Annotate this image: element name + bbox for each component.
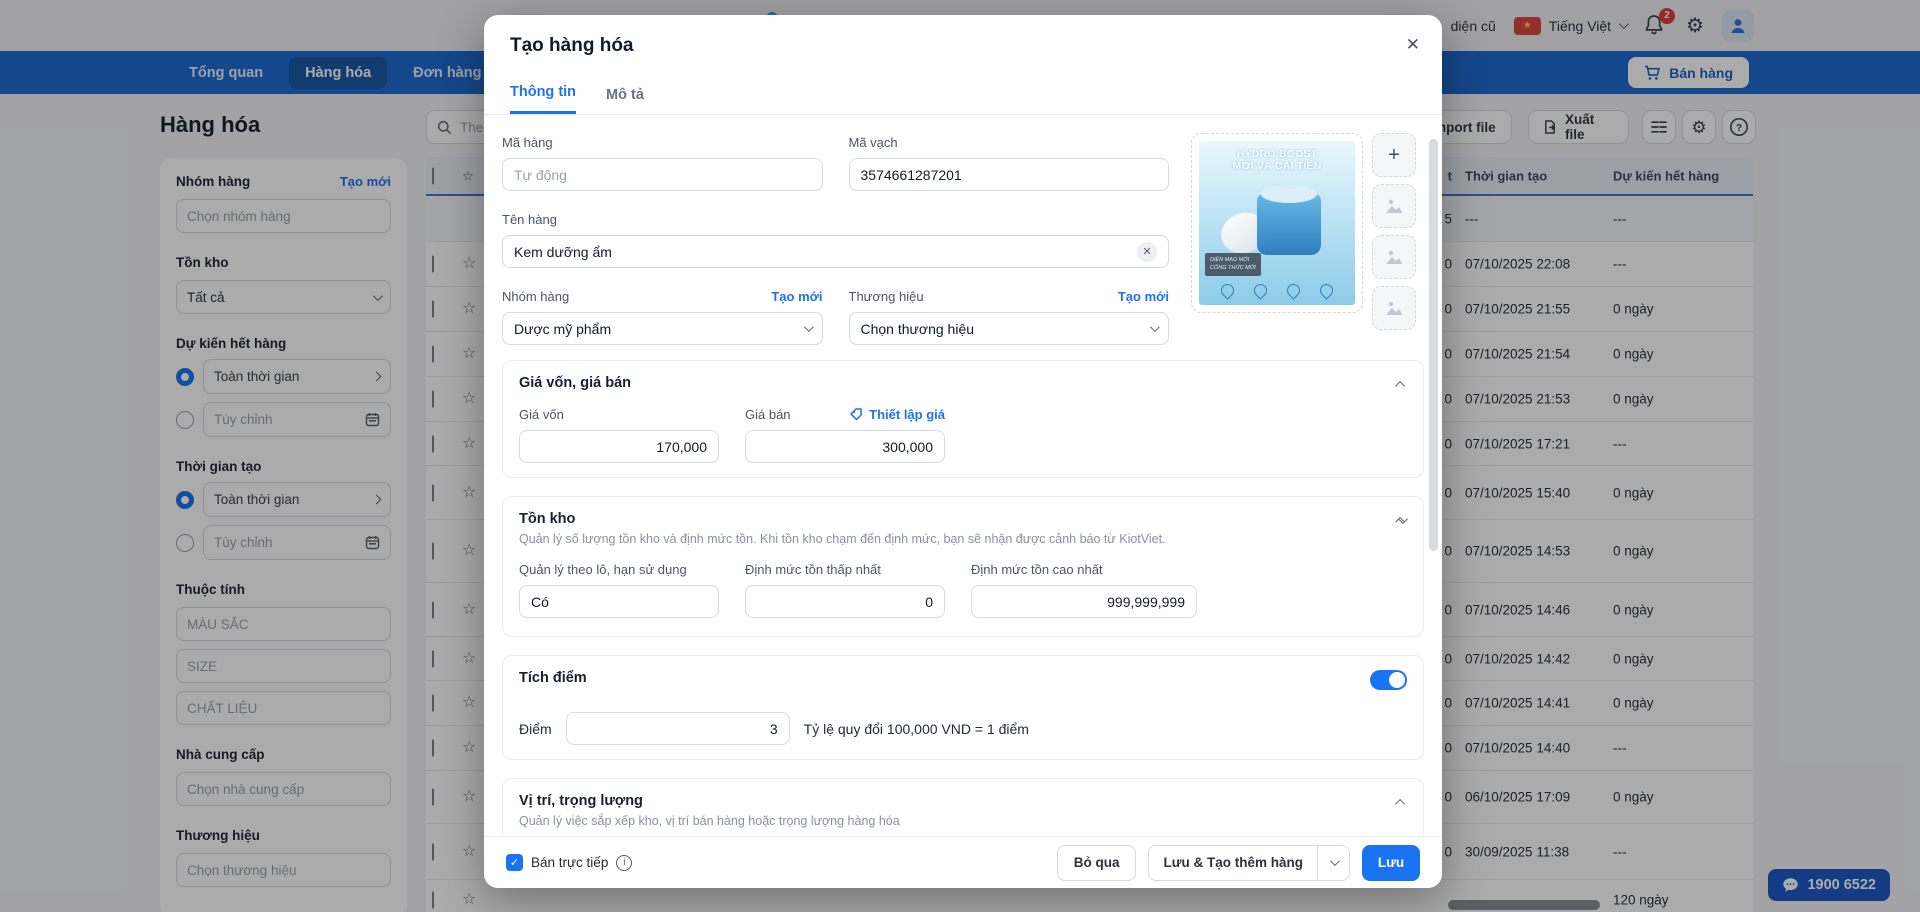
image-placeholder-3[interactable] (1372, 286, 1416, 330)
code-label: Mã hàng (502, 135, 553, 150)
jar-graphic (1257, 193, 1321, 255)
name-label: Tên hàng (502, 212, 557, 227)
modal-footer: ✓ Bán trực tiếp i Bỏ qua Lưu & Tạo thêm … (484, 836, 1442, 888)
skip-button[interactable]: Bỏ qua (1057, 845, 1137, 881)
points-label: Điểm (519, 721, 552, 737)
product-image-panel: HYDRO BOOSTMỚI VÀ CẢI TIẾN DIỆN MẠO MỚIC… (1191, 133, 1416, 345)
stock-section-title: Tồn kho (519, 511, 1407, 527)
lot-select[interactable]: Có (519, 585, 719, 618)
add-image-button[interactable]: + (1372, 133, 1416, 177)
position-section-subtitle: Quản lý việc sắp xếp kho, vị trí bán hàn… (519, 814, 1407, 828)
price-section: Giá vốn, giá bán Giá vốn 170,000 Giá bán… (502, 360, 1424, 478)
max-stock-input[interactable]: 999,999,999 (971, 585, 1197, 618)
points-section-title: Tích điểm (519, 670, 1407, 686)
photo-badge-text: DIỆN MẠO MỚICÔNG THỨC MỚI (1205, 253, 1261, 276)
tab-description[interactable]: Mô tả (606, 87, 644, 114)
chevron-down-icon (1150, 322, 1160, 332)
min-stock-label: Định mức tồn thấp nhất (745, 562, 881, 577)
chevron-down-icon (1330, 856, 1340, 866)
points-rate-text: Tỷ lệ quy đổi 100,000 VND = 1 điểm (804, 721, 1029, 737)
position-section: Vị trí, trọng lượng Quản lý việc sắp xếp… (502, 778, 1424, 835)
save-and-new-button[interactable]: Lưu & Tạo thêm hàng (1148, 845, 1350, 881)
setup-price-link[interactable]: Thiết lập giá (849, 407, 945, 422)
group-select[interactable]: Dược mỹ phẩm (502, 312, 823, 345)
product-name-input[interactable]: Kem dưỡng ẩm ✕ (502, 235, 1169, 268)
min-stock-input[interactable]: 0 (745, 585, 945, 618)
max-stock-label: Định mức tồn cao nhất (971, 562, 1103, 577)
create-brand-link[interactable]: Tạo mới (1118, 289, 1169, 304)
clear-name-icon[interactable]: ✕ (1137, 242, 1157, 262)
sale-price-label: Giá bán (745, 407, 791, 422)
product-code-input[interactable]: Tự động (502, 158, 823, 191)
modal-vertical-scrollbar[interactable] (1429, 139, 1438, 551)
photo-placeholder-icon (1383, 195, 1405, 217)
points-toggle[interactable] (1370, 670, 1407, 690)
tab-info[interactable]: Thông tin (510, 84, 576, 114)
save-options-dropdown[interactable] (1317, 846, 1349, 880)
chevron-down-icon (803, 322, 813, 332)
position-section-title: Vị trí, trọng lượng (519, 793, 1407, 809)
brand-label: Thương hiệu (849, 289, 924, 304)
direct-sale-checkbox[interactable]: ✓ (506, 854, 523, 871)
stock-section: Tồn kho Quản lý số lượng tồn kho và định… (502, 496, 1424, 637)
info-icon[interactable]: i (616, 855, 632, 871)
barcode-input[interactable]: 3574661287201 (849, 158, 1170, 191)
create-product-modal: Tạo hàng hóa ✕ Thông tin Mô tả Mã hàng T… (484, 15, 1442, 888)
direct-sale-label: Bán trực tiếp (531, 855, 608, 870)
cost-price-label: Giá vốn (519, 407, 564, 422)
stock-section-subtitle: Quản lý số lượng tồn kho và định mức tồn… (519, 532, 1407, 546)
image-placeholder-2[interactable] (1372, 235, 1416, 279)
image-placeholder-1[interactable] (1372, 184, 1416, 228)
brand-select[interactable]: Chọn thương hiệu (849, 312, 1170, 345)
product-photo: HYDRO BOOSTMỚI VÀ CẢI TIẾN DIỆN MẠO MỚIC… (1199, 141, 1355, 305)
barcode-label: Mã vạch (849, 135, 898, 150)
price-tag-icon (849, 407, 863, 421)
product-main-image[interactable]: HYDRO BOOSTMỚI VÀ CẢI TIẾN DIỆN MẠO MỚIC… (1191, 133, 1363, 313)
points-section: Tích điểm Điểm 3 Tỷ lệ quy đổi 100,000 V… (502, 655, 1424, 760)
photo-placeholder-icon (1383, 246, 1405, 268)
photo-feature-icons (1199, 284, 1355, 297)
create-group-link[interactable]: Tạo mới (771, 289, 822, 304)
sale-price-input[interactable]: 300,000 (745, 430, 945, 463)
photo-placeholder-icon (1383, 297, 1405, 319)
lot-label: Quản lý theo lô, hạn sử dụng (519, 562, 687, 577)
modal-body: Mã hàng Tự động Mã vạch 3574661287201 Tê… (484, 115, 1442, 835)
group-label: Nhóm hàng (502, 289, 569, 304)
app-root: KiotViet diện cũ ★ Tiếng Việt 2 ⚙ Tổng q… (0, 0, 1920, 912)
price-section-title: Giá vốn, giá bán (519, 375, 1407, 391)
close-icon[interactable]: ✕ (1406, 35, 1420, 55)
modal-title: Tạo hàng hóa (510, 35, 634, 56)
modal-tabs: Thông tin Mô tả (484, 75, 1442, 115)
points-input[interactable]: 3 (566, 712, 790, 745)
cost-price-input[interactable]: 170,000 (519, 430, 719, 463)
save-button[interactable]: Lưu (1362, 845, 1420, 881)
